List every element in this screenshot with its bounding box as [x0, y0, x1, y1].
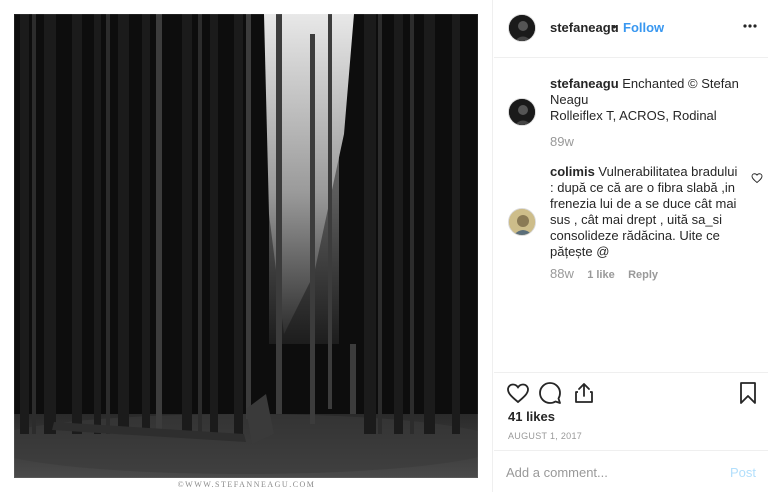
comment-likes[interactable]: 1 like: [587, 269, 615, 281]
more-dots-icon[interactable]: [742, 18, 758, 34]
commenter-avatar-image: [509, 209, 535, 235]
comment-meta: 88w 1 like Reply: [550, 266, 668, 281]
caption-username[interactable]: stefaneagu: [550, 76, 619, 91]
comment-item: colimis Vulnerabilitatea bradului : după…: [508, 164, 763, 284]
post-button[interactable]: Post: [730, 465, 756, 480]
post-actions: 41 likes AUGUST 1, 2017: [494, 372, 768, 450]
comment-text: colimis Vulnerabilitatea bradului : după…: [550, 164, 740, 260]
post-date[interactable]: AUGUST 1, 2017: [508, 431, 582, 441]
post-photo[interactable]: [14, 14, 478, 478]
caption-time[interactable]: 89w: [550, 134, 574, 149]
separator-dot: •: [612, 19, 617, 34]
photo-watermark: ©WWW.STEFANNEAGU.COM: [177, 480, 316, 489]
heart-icon[interactable]: [506, 381, 530, 405]
caption-block: stefaneagu Enchanted © Stefan Neagu Roll…: [508, 76, 754, 156]
share-icon[interactable]: [572, 381, 596, 405]
caption-text: stefaneagu Enchanted © Stefan Neagu Roll…: [550, 76, 740, 124]
header-username[interactable]: stefaneagu: [550, 20, 619, 35]
user-avatar-image: [509, 15, 535, 41]
likes-count[interactable]: 41 likes: [508, 409, 555, 424]
post-header: stefaneagu • Follow: [494, 0, 768, 58]
bookmark-icon[interactable]: [736, 381, 760, 405]
add-comment-bar: Post: [494, 450, 768, 492]
avatar[interactable]: [508, 98, 536, 126]
comment-icon[interactable]: [538, 381, 562, 405]
post-side-panel: stefaneagu • Follow stefaneagu Enchanted…: [494, 0, 768, 492]
comment-input[interactable]: [506, 463, 716, 481]
avatar[interactable]: [508, 14, 536, 42]
comment-time[interactable]: 88w: [550, 266, 574, 281]
caption-gear: Rolleiflex T, ACROS, Rodinal: [550, 108, 717, 123]
photo-pane: ©WWW.STEFANNEAGU.COM: [0, 0, 493, 492]
forest-photo: [14, 14, 478, 478]
reply-button[interactable]: Reply: [628, 269, 658, 281]
caption-meta: 89w: [550, 134, 584, 149]
follow-button[interactable]: Follow: [623, 20, 664, 35]
comment-like-icon[interactable]: [751, 172, 763, 184]
user-avatar-image: [509, 99, 535, 125]
avatar[interactable]: [508, 208, 536, 236]
comment-username[interactable]: colimis: [550, 164, 595, 179]
